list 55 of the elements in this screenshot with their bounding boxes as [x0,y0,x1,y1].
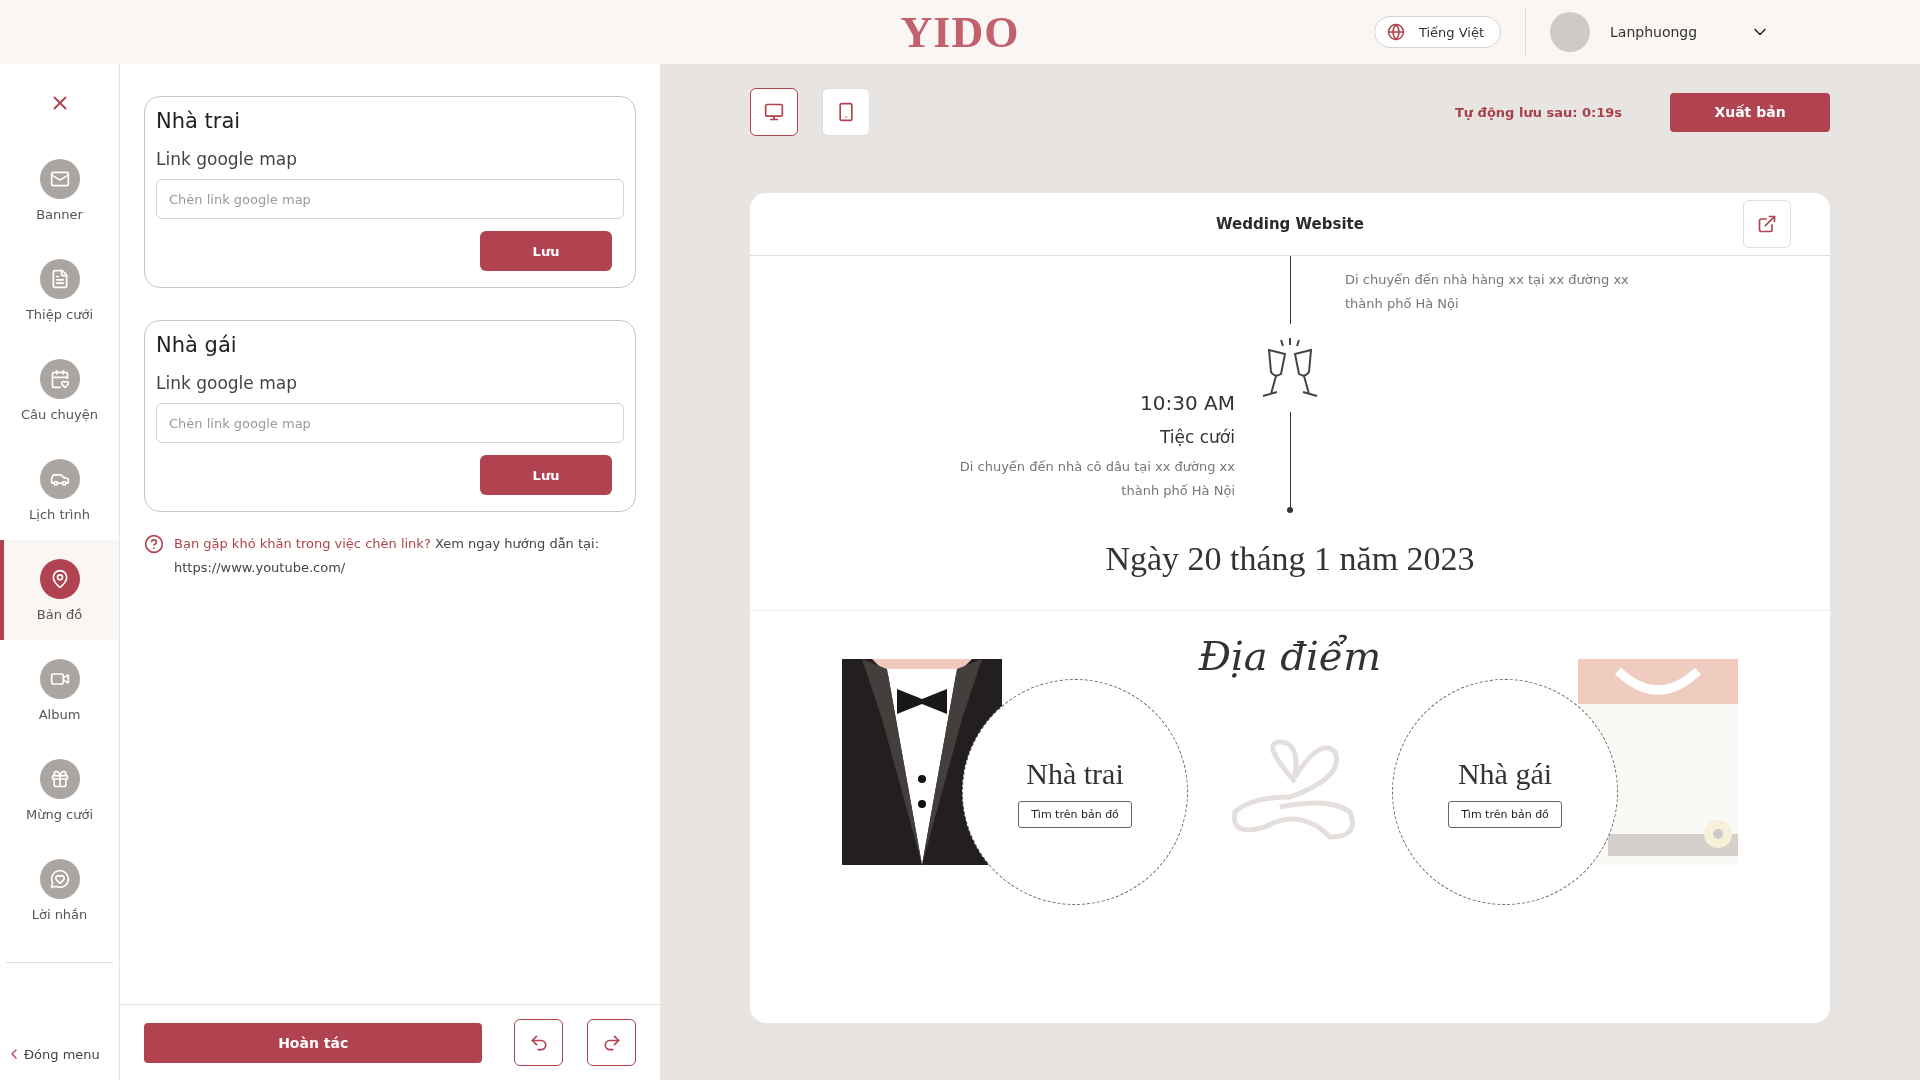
menu-icon [39,458,80,499]
field-label: Link google map [156,149,298,169]
help-text: Bạn gặp khó khăn trong việc chèn link? Xem ngay hướng dẫn tại: https://www.youtube.com/ [174,535,600,577]
menu-icon [39,158,80,199]
preview-title: Wedding Website [1216,215,1364,233]
mobile-icon [836,102,856,122]
map-link-input[interactable]: Chèn link google map [156,403,624,443]
globe-icon [1386,23,1405,41]
event-time: 10:30 AM [1140,391,1235,415]
event-title: Tiệc cưới [1159,427,1235,447]
save-button[interactable]: Lưu [480,455,612,495]
sidebar-item[interactable]: Thiệp cưới [0,240,119,340]
language-selector[interactable]: Tiếng Việt [1373,16,1501,48]
field-label: Link google map [156,373,298,393]
location-name: Nhà trai [1026,756,1124,791]
help-icon [144,534,164,554]
location-name: Nhà gái [1457,756,1553,791]
undo-icon [528,1032,549,1053]
sidebar-item[interactable]: Mừng cưới [0,740,119,840]
section-title: Địa điểm [1197,633,1383,679]
menu-icon [39,258,80,299]
find-on-map-button[interactable]: Tìm trên bản đồ [1018,800,1132,828]
card-title: Nhà trai [156,109,242,133]
logo[interactable]: YIDO [900,6,1020,58]
user-name: Lanphuongg [1610,24,1699,40]
mobile-view-button[interactable] [822,88,870,136]
sidebar-item[interactable]: Lịch trình [0,440,119,540]
menu-icon [39,358,80,399]
sidebar-item[interactable]: Câu chuyện [0,340,119,440]
desktop-view-button[interactable] [750,88,798,136]
menu-icon [39,558,80,599]
help-link[interactable]: Bạn gặp khó khăn trong việc chèn link? [174,536,431,551]
sidebar-item[interactable]: Album [0,640,119,740]
undo-all-button[interactable]: Hoàn tác [144,1022,483,1063]
autosave-status: Tự động lưu sau: 0:19s [1454,104,1622,120]
map-link-input[interactable]: Chèn link google map [156,179,624,219]
find-on-map-button[interactable]: Tìm trên bản đồ [1448,800,1562,828]
close-menu-button[interactable]: Đóng menu [0,1046,119,1062]
redo-button[interactable] [587,1019,636,1066]
sidebar-item[interactable]: Lời nhắn [0,840,119,940]
desktop-icon [764,102,784,122]
menu-icon [39,758,80,799]
wedding-date: Ngày 20 tháng 1 năm 2023 [1104,540,1476,578]
card-title: Nhà gái [156,333,238,357]
menu-icon [39,858,80,899]
save-button[interactable]: Lưu [480,231,612,271]
open-external-button[interactable] [1743,200,1791,248]
event-description: Di chuyển đến nhà cô dâu tại xx đường xx thành phố Hà Nội [958,458,1235,500]
external-link-icon [1757,214,1777,234]
timeline-note: Di chuyển đến nhà hàng xx tại xx đường xx thành phố Hà Nội [1345,271,1630,313]
publish-button[interactable]: Xuất bản [1670,92,1830,132]
menu-icon [39,658,80,699]
sidebar-item[interactable]: Bản đồ [0,540,119,640]
sidebar-item[interactable]: Banner [0,140,119,240]
undo-button[interactable] [514,1019,564,1066]
